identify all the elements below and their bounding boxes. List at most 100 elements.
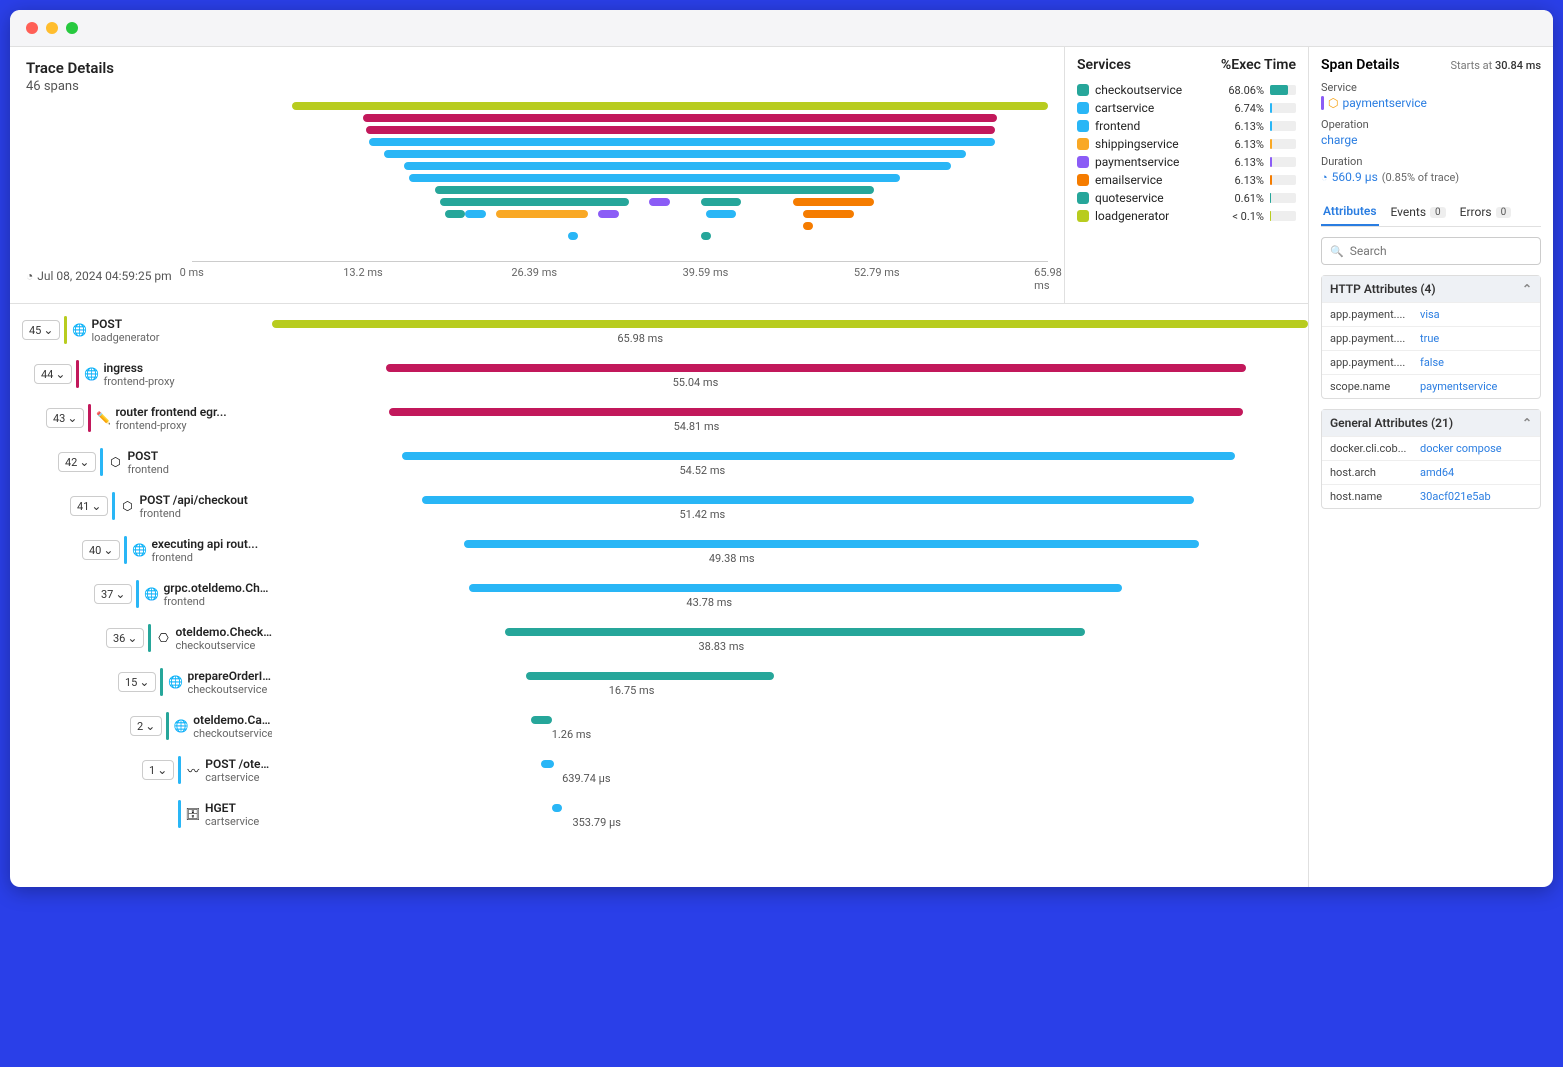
tab-errors[interactable]: Errors0 bbox=[1458, 198, 1514, 226]
overview-bar[interactable] bbox=[292, 102, 1048, 110]
overview-bar[interactable] bbox=[404, 162, 951, 170]
span-row[interactable]: 15 🌐 prepareOrderItem... checkoutservice… bbox=[22, 668, 1308, 712]
overview-bar[interactable] bbox=[496, 210, 588, 218]
service-row[interactable]: paymentservice 6.13% bbox=[1077, 153, 1296, 171]
overview-bar[interactable] bbox=[803, 210, 854, 218]
span-expand-toggle[interactable]: 1 bbox=[142, 760, 174, 780]
overview-bar[interactable] bbox=[384, 150, 967, 158]
search-input[interactable] bbox=[1350, 244, 1532, 258]
service-row[interactable]: cartservice 6.74% bbox=[1077, 99, 1296, 117]
span-bar[interactable] bbox=[505, 628, 1085, 636]
span-timeline[interactable]: 54.52 ms bbox=[272, 448, 1308, 482]
span-bar[interactable] bbox=[541, 760, 553, 768]
span-expand-toggle[interactable]: 40 bbox=[82, 540, 120, 560]
span-row[interactable]: 42 ⬡ POST frontend 54.52 ms bbox=[22, 448, 1308, 492]
span-expand-toggle[interactable]: 15 bbox=[118, 672, 156, 692]
span-expand-toggle[interactable]: 36 bbox=[106, 628, 144, 648]
overview-waterfall[interactable] bbox=[26, 102, 1048, 257]
attribute-row[interactable]: app.payment.... visa bbox=[1322, 302, 1540, 326]
overview-bar[interactable] bbox=[366, 126, 995, 134]
span-bar[interactable] bbox=[526, 672, 775, 680]
span-timeline[interactable]: 1.26 ms bbox=[272, 712, 1308, 746]
overview-bar[interactable] bbox=[649, 198, 669, 206]
span-bar[interactable] bbox=[552, 804, 562, 812]
span-row[interactable]: 44 🌐 ingress frontend-proxy 55.04 ms bbox=[22, 360, 1308, 404]
span-expand-toggle[interactable]: 44 bbox=[34, 364, 72, 384]
span-bar[interactable] bbox=[272, 320, 1308, 328]
span-timeline[interactable]: 55.04 ms bbox=[272, 360, 1308, 394]
span-bar[interactable] bbox=[469, 584, 1122, 592]
span-row[interactable]: 2 🌐 oteldemo.CartSer... checkoutservice … bbox=[22, 712, 1308, 756]
service-percent: < 0.1% bbox=[1218, 210, 1264, 223]
span-timeline[interactable]: 353.79 µs bbox=[272, 800, 1308, 834]
span-bar[interactable] bbox=[386, 364, 1246, 372]
span-bar[interactable] bbox=[464, 540, 1200, 548]
overview-bar[interactable] bbox=[409, 174, 900, 182]
overview-bar[interactable] bbox=[598, 210, 618, 218]
span-row[interactable]: 36 ⎔ oteldemo.Checkou... checkoutservice… bbox=[22, 624, 1308, 668]
service-row[interactable]: shippingservice 6.13% bbox=[1077, 135, 1296, 153]
overview-bar[interactable] bbox=[793, 198, 875, 206]
span-row[interactable]: 37 🌐 grpc.oteldemo.Che... frontend 43.78… bbox=[22, 580, 1308, 624]
minimize-icon[interactable] bbox=[46, 22, 58, 34]
span-expand-toggle[interactable]: 42 bbox=[58, 452, 96, 472]
span-expand-toggle[interactable]: 43 bbox=[46, 408, 84, 428]
service-row[interactable]: frontend 6.13% bbox=[1077, 117, 1296, 135]
span-row[interactable]: 45 🌐 POST loadgenerator 65.98 ms bbox=[22, 316, 1308, 360]
span-bar[interactable] bbox=[422, 496, 1194, 504]
tab-events[interactable]: Events0 bbox=[1389, 198, 1448, 226]
span-timeline[interactable]: 38.83 ms bbox=[272, 624, 1308, 658]
span-timeline[interactable]: 43.78 ms bbox=[272, 580, 1308, 614]
service-row[interactable]: quoteservice 0.61% bbox=[1077, 189, 1296, 207]
operation-value[interactable]: charge bbox=[1321, 133, 1541, 147]
attribute-group-header[interactable]: General Attributes (21) bbox=[1322, 410, 1540, 436]
tab-attributes[interactable]: Attributes bbox=[1321, 198, 1379, 226]
service-row[interactable]: checkoutservice 68.06% bbox=[1077, 81, 1296, 99]
attribute-row[interactable]: app.payment.... false bbox=[1322, 350, 1540, 374]
span-color-pipe bbox=[148, 624, 151, 652]
overview-bar[interactable] bbox=[465, 210, 485, 218]
attribute-row[interactable]: docker.cli.cob... docker compose bbox=[1322, 436, 1540, 460]
span-timeline[interactable]: 639.74 µs bbox=[272, 756, 1308, 790]
span-timeline[interactable]: 16.75 ms bbox=[272, 668, 1308, 702]
span-timeline[interactable]: 51.42 ms bbox=[272, 492, 1308, 526]
span-timeline[interactable]: 65.98 ms bbox=[272, 316, 1308, 350]
maximize-icon[interactable] bbox=[66, 22, 78, 34]
attribute-row[interactable]: host.arch amd64 bbox=[1322, 460, 1540, 484]
close-icon[interactable] bbox=[26, 22, 38, 34]
span-expand-toggle[interactable]: 45 bbox=[22, 320, 60, 340]
service-row[interactable]: emailservice 6.13% bbox=[1077, 171, 1296, 189]
overview-bar[interactable] bbox=[445, 210, 465, 218]
overview-bar[interactable] bbox=[706, 210, 737, 218]
span-row[interactable]: 40 🌐 executing api rout... frontend 49.3… bbox=[22, 536, 1308, 580]
attribute-row[interactable]: app.payment.... true bbox=[1322, 326, 1540, 350]
overview-bar[interactable] bbox=[363, 114, 997, 122]
span-row[interactable]: 43 ✏️ router frontend egr... frontend-pr… bbox=[22, 404, 1308, 448]
attribute-group-header[interactable]: HTTP Attributes (4) bbox=[1322, 276, 1540, 302]
attribute-row[interactable]: scope.name paymentservice bbox=[1322, 374, 1540, 398]
span-list[interactable]: 45 🌐 POST loadgenerator 65.98 ms 44 🌐 in… bbox=[10, 304, 1308, 887]
span-expand-toggle[interactable]: 41 bbox=[70, 496, 108, 516]
span-row[interactable]: 1 〰 POST /oteldemo.C... cartservice 639.… bbox=[22, 756, 1308, 800]
overview-bar[interactable] bbox=[435, 186, 874, 194]
service-value[interactable]: ⬡ paymentservice bbox=[1321, 96, 1541, 110]
span-row[interactable]: 41 ⬡ POST /api/checkout frontend 51.42 m… bbox=[22, 492, 1308, 536]
span-bar[interactable] bbox=[389, 408, 1243, 416]
span-bar[interactable] bbox=[531, 716, 552, 724]
service-row[interactable]: loadgenerator < 0.1% bbox=[1077, 207, 1296, 225]
overview-bar[interactable] bbox=[803, 222, 813, 230]
span-expand-toggle[interactable]: 37 bbox=[94, 584, 132, 604]
span-timeline[interactable]: 49.38 ms bbox=[272, 536, 1308, 570]
span-bar[interactable] bbox=[402, 452, 1236, 460]
span-expand-toggle[interactable]: 2 bbox=[130, 716, 162, 736]
overview-bar[interactable] bbox=[568, 232, 578, 240]
attribute-search[interactable] bbox=[1321, 237, 1541, 265]
span-timeline[interactable]: 54.81 ms bbox=[272, 404, 1308, 438]
overview-bar[interactable] bbox=[701, 232, 711, 240]
span-row[interactable]: 🗄 HGET cartservice 353.79 µs bbox=[22, 800, 1308, 844]
overview-bar[interactable] bbox=[440, 198, 629, 206]
attribute-row[interactable]: host.name 30acf021e5ab bbox=[1322, 484, 1540, 508]
overview-bar[interactable] bbox=[369, 138, 994, 146]
overview-bar[interactable] bbox=[701, 198, 742, 206]
service-swatch-icon bbox=[1077, 84, 1089, 96]
